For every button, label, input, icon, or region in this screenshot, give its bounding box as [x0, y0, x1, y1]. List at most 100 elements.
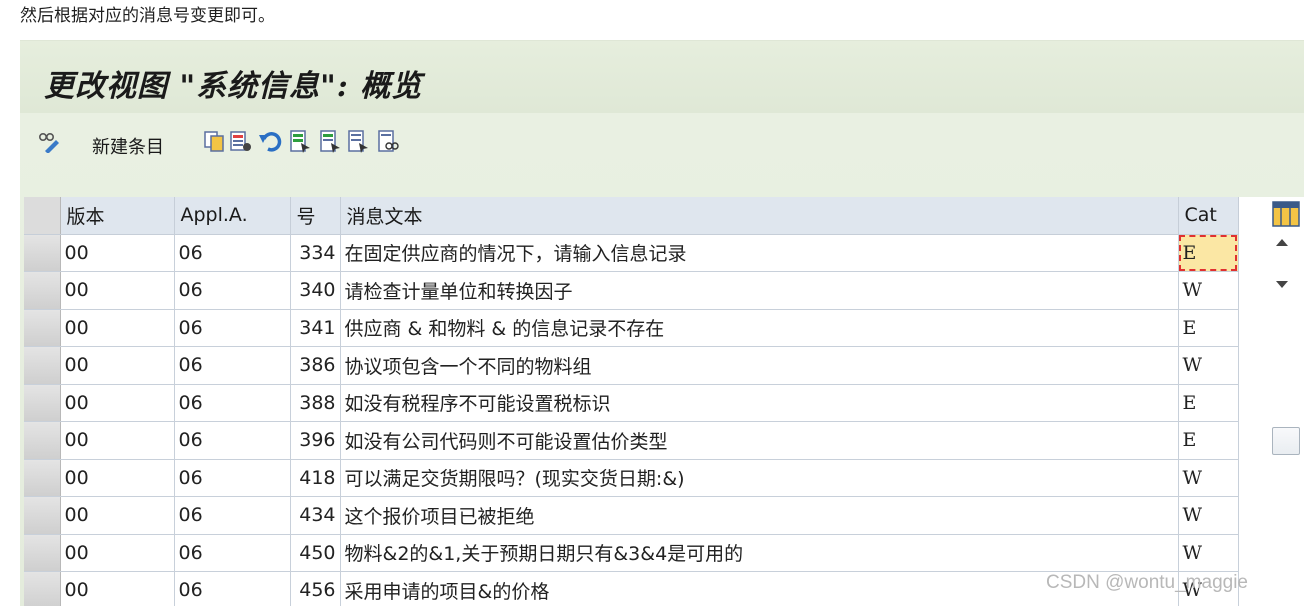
table-row[interactable]: 00 06 340 请检查计量单位和转换因子 W	[24, 271, 1239, 310]
message-number-cell: 456	[290, 571, 341, 606]
column-header-version[interactable]: 版本	[60, 197, 175, 235]
category-cell[interactable]: E	[1178, 421, 1239, 460]
message-text-cell: 如没有税程序不可能设置税标识	[340, 384, 1179, 422]
row-selector[interactable]	[24, 271, 61, 310]
row-selector[interactable]	[24, 384, 61, 422]
message-text-cell: 这个报价项目已被拒绝	[340, 496, 1179, 535]
new-entry-button[interactable]: 新建条目	[92, 133, 164, 159]
version-cell: 00	[60, 571, 175, 606]
row-selector[interactable]	[24, 571, 61, 606]
row-select-button[interactable]	[24, 272, 59, 309]
appl-cell: 06	[174, 459, 291, 497]
watermark: CSDN @wontu_maggie	[1046, 572, 1248, 593]
appl-cell: 06	[174, 271, 291, 310]
scrollbar-thumb[interactable]	[1272, 427, 1300, 455]
version-cell: 00	[60, 234, 175, 272]
row-select-button[interactable]	[24, 309, 59, 346]
version-cell: 00	[60, 421, 175, 460]
table-row[interactable]: 00 06 418 可以满足交货期限吗？(现实交货日期:&) W	[24, 459, 1239, 497]
category-cell[interactable]: E	[1178, 234, 1239, 272]
column-header-number[interactable]: 号	[290, 197, 341, 235]
version-cell: 00	[60, 534, 175, 572]
row-select-button[interactable]	[24, 534, 59, 571]
copy-icon[interactable]	[202, 129, 226, 153]
table-row[interactable]: 00 06 434 这个报价项目已被拒绝 W	[24, 496, 1239, 535]
select-all-icon[interactable]	[288, 129, 312, 153]
undo-icon[interactable]	[258, 129, 282, 153]
scroll-down-arrow-icon[interactable]	[1276, 281, 1288, 288]
sap-window: 更改视图 "系统信息": 概览 新建条目 版本 Appl.A. 号 消息文本 C…	[20, 40, 1304, 606]
column-header-appl[interactable]: Appl.A.	[174, 197, 291, 235]
version-cell: 00	[60, 384, 175, 422]
category-cell[interactable]: W	[1178, 346, 1239, 385]
message-number-cell: 418	[290, 459, 341, 497]
table-row[interactable]: 00 06 341 供应商 & 和物料 & 的信息记录不存在 E	[24, 309, 1239, 347]
message-text-cell: 请检查计量单位和转换因子	[340, 271, 1179, 310]
select-all-rows-header[interactable]	[24, 197, 61, 235]
appl-cell: 06	[174, 234, 291, 272]
version-cell: 00	[60, 459, 175, 497]
table-row[interactable]: 00 06 386 协议项包含一个不同的物料组 W	[24, 346, 1239, 385]
row-selector[interactable]	[24, 309, 61, 347]
version-cell: 00	[60, 496, 175, 535]
row-selector[interactable]	[24, 459, 61, 497]
caption-text: 然后根据对应的消息号变更即可。	[20, 6, 275, 26]
version-cell: 00	[60, 271, 175, 310]
message-number-cell: 388	[290, 384, 341, 422]
message-text-cell: 可以满足交货期限吗？(现实交货日期:&)	[340, 459, 1179, 497]
table-row[interactable]: 00 06 388 如没有税程序不可能设置税标识 E	[24, 384, 1239, 422]
message-number-cell: 434	[290, 496, 341, 535]
category-cell[interactable]: W	[1178, 534, 1239, 572]
delete-icon[interactable]	[228, 129, 252, 153]
message-number-cell: 386	[290, 346, 341, 385]
row-select-button[interactable]	[24, 422, 59, 459]
row-selector[interactable]	[24, 534, 61, 572]
vertical-scrollbar	[1254, 197, 1304, 606]
row-select-button[interactable]	[24, 347, 59, 384]
column-settings-icon[interactable]	[1272, 201, 1300, 227]
message-text-cell: 协议项包含一个不同的物料组	[340, 346, 1179, 385]
table-row[interactable]: 00 06 450 物料&2的&1,关于预期日期只有&3&4是可用的 W	[24, 534, 1239, 572]
column-header-cat[interactable]: Cat	[1178, 197, 1239, 235]
version-cell: 00	[60, 346, 175, 385]
row-select-button[interactable]	[24, 234, 59, 271]
print-icon[interactable]	[376, 129, 400, 153]
row-selector[interactable]	[24, 234, 61, 272]
category-cell[interactable]: W	[1178, 271, 1239, 310]
row-select-button[interactable]	[24, 459, 59, 496]
deselect-all-icon[interactable]	[346, 129, 370, 153]
appl-cell: 06	[174, 384, 291, 422]
table-row[interactable]: 00 06 396 如没有公司代码则不可能设置估价类型 E	[24, 421, 1239, 460]
message-number-cell: 396	[290, 421, 341, 460]
select-block-icon[interactable]	[318, 129, 342, 153]
appl-cell: 06	[174, 346, 291, 385]
row-select-button[interactable]	[24, 572, 59, 606]
message-text-cell: 物料&2的&1,关于预期日期只有&3&4是可用的	[340, 534, 1179, 572]
message-text-cell: 如没有公司代码则不可能设置估价类型	[340, 421, 1179, 460]
appl-cell: 06	[174, 309, 291, 347]
message-number-cell: 450	[290, 534, 341, 572]
messages-table-container: 版本 Appl.A. 号 消息文本 Cat 00 06 334 在固定供应商的情况下，…	[24, 197, 1254, 606]
category-cell[interactable]: E	[1178, 309, 1239, 347]
category-cell[interactable]: W	[1178, 459, 1239, 497]
change-display-icon[interactable]	[36, 129, 60, 153]
message-number-cell: 341	[290, 309, 341, 347]
row-select-button[interactable]	[24, 497, 59, 534]
row-selector[interactable]	[24, 346, 61, 385]
version-cell: 00	[60, 309, 175, 347]
row-selector[interactable]	[24, 421, 61, 460]
page-title: 更改视图 "系统信息": 概览	[44, 69, 423, 104]
appl-cell: 06	[174, 571, 291, 606]
column-header-message-text[interactable]: 消息文本	[340, 197, 1179, 235]
messages-table: 版本 Appl.A. 号 消息文本 Cat 00 06 334 在固定供应商的情况下，…	[24, 197, 1239, 606]
category-cell[interactable]: E	[1178, 384, 1239, 422]
row-selector[interactable]	[24, 496, 61, 535]
scroll-up-arrow-icon[interactable]	[1276, 239, 1288, 246]
table-row[interactable]: 00 06 334 在固定供应商的情况下，请输入信息记录 E	[24, 234, 1239, 272]
category-cell[interactable]: W	[1178, 496, 1239, 535]
message-text-cell: 在固定供应商的情况下，请输入信息记录	[340, 234, 1179, 272]
table-header-row: 版本 Appl.A. 号 消息文本 Cat	[24, 197, 1239, 235]
row-select-button[interactable]	[24, 384, 59, 421]
toolbar: 新建条目	[20, 123, 1304, 167]
title-bar: 更改视图 "系统信息": 概览	[20, 41, 1304, 113]
